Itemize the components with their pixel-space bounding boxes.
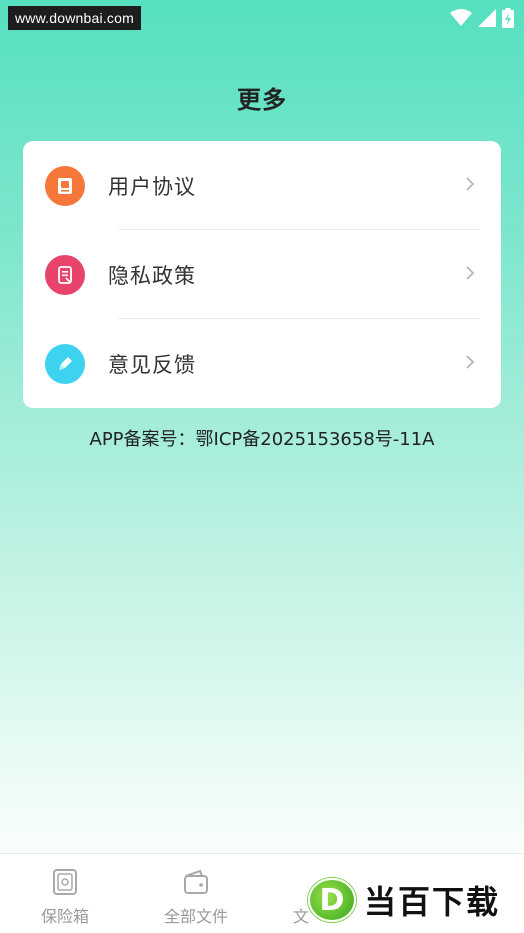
chevron-right-icon — [465, 176, 475, 196]
menu-item-feedback[interactable]: 意见反馈 — [23, 319, 501, 408]
watermark-url: www.downbai.com — [8, 6, 141, 30]
tab-safe[interactable]: 保险箱 — [0, 854, 130, 933]
feedback-icon — [45, 343, 85, 384]
wifi-icon — [450, 9, 472, 27]
menu-item-label: 用户协议 — [108, 174, 196, 199]
menu-item-label: 意见反馈 — [108, 352, 196, 377]
menu-item-label: 隐私政策 — [108, 263, 196, 288]
privacy-policy-icon — [45, 254, 85, 295]
chevron-right-icon — [465, 354, 475, 374]
battery-charging-icon — [502, 8, 514, 28]
status-icons — [450, 8, 514, 28]
tab-label: 保险箱 — [40, 907, 89, 926]
logo-brand-text: 当百下载 — [363, 883, 501, 922]
user-agreement-icon — [45, 165, 85, 206]
chevron-right-icon — [465, 265, 475, 285]
menu-item-privacy-policy[interactable]: 隐私政策 — [23, 230, 501, 319]
tab-label: 文 — [292, 907, 309, 926]
menu-item-user-agreement[interactable]: 用户协议 — [23, 141, 501, 230]
watermark-logo: D 当百下载 — [308, 876, 500, 924]
status-bar: www.downbai.com — [0, 0, 524, 34]
logo-badge: D — [308, 878, 356, 922]
wallet-folder-icon — [182, 867, 210, 897]
menu-card: 用户协议 隐私政策 意见反馈 — [23, 141, 501, 408]
signal-icon — [478, 9, 496, 27]
safe-icon — [52, 867, 78, 897]
icp-record-text: APP备案号：鄂ICP备2025153658号-11A — [89, 429, 435, 450]
page-title: 更多 — [237, 86, 287, 114]
tab-label: 全部文件 — [163, 907, 228, 926]
